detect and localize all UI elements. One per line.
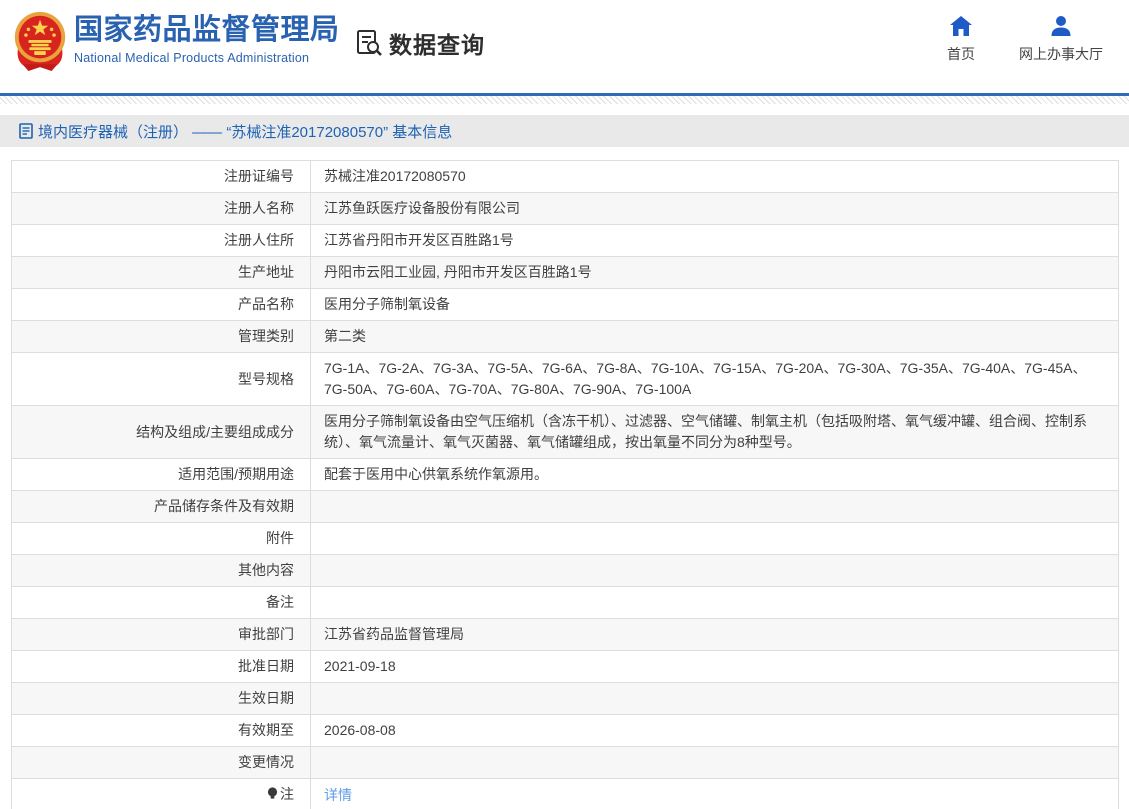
row-label: 产品储存条件及有效期 bbox=[11, 490, 311, 523]
row-value bbox=[310, 522, 1119, 555]
document-search-icon bbox=[357, 30, 382, 56]
row-label: 审批部门 bbox=[11, 618, 311, 651]
table-row: 批准日期 2021-09-18 bbox=[11, 650, 1119, 683]
row-value bbox=[310, 490, 1119, 523]
row-label: 附件 bbox=[11, 522, 311, 555]
row-value bbox=[310, 554, 1119, 587]
nav-label-service-hall: 网上办事大厅 bbox=[1019, 46, 1103, 62]
row-value: 配套于医用中心供氧系统作氧源用。 bbox=[310, 458, 1119, 491]
document-icon bbox=[19, 123, 33, 139]
row-label: 适用范围/预期用途 bbox=[11, 458, 311, 491]
row-label: 产品名称 bbox=[11, 288, 311, 321]
row-value bbox=[310, 746, 1119, 779]
row-label: 备注 bbox=[11, 586, 311, 619]
table-row: 生产地址 丹阳市云阳工业园, 丹阳市开发区百胜路1号 bbox=[11, 256, 1119, 289]
row-value: 江苏省药品监督管理局 bbox=[310, 618, 1119, 651]
row-value: 医用分子筛制氧设备 bbox=[310, 288, 1119, 321]
nav-item-service-hall[interactable]: 网上办事大厅 bbox=[1019, 15, 1103, 64]
row-label: 结构及组成/主要组成成分 bbox=[11, 405, 311, 459]
row-label: 其他内容 bbox=[11, 554, 311, 587]
row-value: 2026-08-08 bbox=[310, 714, 1119, 747]
table-row: 结构及组成/主要组成成分 医用分子筛制氧设备由空气压缩机（含冻干机）、过滤器、空… bbox=[11, 405, 1119, 459]
table-row: 注册证编号 苏械注准20172080570 bbox=[11, 160, 1119, 193]
row-value: 江苏鱼跃医疗设备股份有限公司 bbox=[310, 192, 1119, 225]
row-value: 7G-1A、7G-2A、7G-3A、7G-5A、7G-6A、7G-8A、7G-1… bbox=[310, 352, 1119, 406]
org-title-block: 国家药品监督管理局 National Medical Products Admi… bbox=[74, 13, 340, 65]
breadcrumb: 境内医疗器械（注册） —— “苏械注准20172080570” 基本信息 bbox=[0, 115, 1129, 147]
detail-link[interactable]: 详情 bbox=[324, 787, 352, 803]
table-row: 型号规格 7G-1A、7G-2A、7G-3A、7G-5A、7G-6A、7G-8A… bbox=[11, 352, 1119, 406]
home-icon bbox=[950, 16, 972, 36]
table-row: 管理类别 第二类 bbox=[11, 320, 1119, 353]
row-label: 型号规格 bbox=[11, 352, 311, 406]
table-row: 注 详情 bbox=[11, 778, 1119, 809]
table-row: 附件 bbox=[11, 522, 1119, 555]
row-label: 有效期至 bbox=[11, 714, 311, 747]
row-value: 江苏省丹阳市开发区百胜路1号 bbox=[310, 224, 1119, 257]
table-row: 产品名称 医用分子筛制氧设备 bbox=[11, 288, 1119, 321]
nav-item-home[interactable]: 首页 bbox=[947, 15, 975, 64]
org-name-en: National Medical Products Administration bbox=[74, 51, 310, 65]
table-row: 产品储存条件及有效期 bbox=[11, 490, 1119, 523]
table-row: 适用范围/预期用途 配套于医用中心供氧系统作氧源用。 bbox=[11, 458, 1119, 491]
row-value bbox=[310, 682, 1119, 715]
row-label: 变更情况 bbox=[11, 746, 311, 779]
row-value: 医用分子筛制氧设备由空气压缩机（含冻干机）、过滤器、空气储罐、制氧主机（包括吸附… bbox=[310, 405, 1119, 459]
table-row: 注册人住所 江苏省丹阳市开发区百胜路1号 bbox=[11, 224, 1119, 257]
row-value: 详情 bbox=[310, 778, 1119, 809]
row-label: 注册人名称 bbox=[11, 192, 311, 225]
row-value: 苏械注准20172080570 bbox=[310, 160, 1119, 193]
row-label: 注 bbox=[11, 778, 311, 809]
row-label: 注册人住所 bbox=[11, 224, 311, 257]
row-value: 第二类 bbox=[310, 320, 1119, 353]
table-row: 注册人名称 江苏鱼跃医疗设备股份有限公司 bbox=[11, 192, 1119, 225]
row-label: 生效日期 bbox=[11, 682, 311, 715]
table-row: 有效期至 2026-08-08 bbox=[11, 714, 1119, 747]
data-query-section[interactable]: 数据查询 bbox=[354, 26, 485, 60]
table-row: 生效日期 bbox=[11, 682, 1119, 715]
row-label: 批准日期 bbox=[11, 650, 311, 683]
row-value: 2021-09-18 bbox=[310, 650, 1119, 683]
row-label: 生产地址 bbox=[11, 256, 311, 289]
user-icon bbox=[1051, 16, 1071, 36]
page-header: 国家药品监督管理局 National Medical Products Admi… bbox=[0, 0, 1129, 93]
table-row: 备注 bbox=[11, 586, 1119, 619]
row-label: 管理类别 bbox=[11, 320, 311, 353]
registration-info-table-wrap: 注册证编号 苏械注准20172080570 注册人名称 江苏鱼跃医疗设备股份有限… bbox=[11, 160, 1119, 809]
top-nav: 首页 网上办事大厅 bbox=[947, 15, 1103, 64]
row-label: 注册证编号 bbox=[11, 160, 311, 193]
row-value: 丹阳市云阳工业园, 丹阳市开发区百胜路1号 bbox=[310, 256, 1119, 289]
table-row: 审批部门 江苏省药品监督管理局 bbox=[11, 618, 1119, 651]
row-value bbox=[310, 586, 1119, 619]
data-query-label: 数据查询 bbox=[389, 32, 485, 58]
hatch-stripe-band bbox=[0, 96, 1129, 104]
bulb-icon bbox=[267, 785, 278, 806]
table-row: 其他内容 bbox=[11, 554, 1119, 587]
org-name-cn: 国家药品监督管理局 bbox=[74, 14, 340, 46]
breadcrumb-text: 境内医疗器械（注册） —— “苏械注准20172080570” 基本信息 bbox=[38, 123, 453, 141]
nmpa-emblem-logo bbox=[14, 11, 66, 71]
table-row: 变更情况 bbox=[11, 746, 1119, 779]
registration-info-table: 注册证编号 苏械注准20172080570 注册人名称 江苏鱼跃医疗设备股份有限… bbox=[11, 160, 1119, 809]
nav-label-home: 首页 bbox=[947, 46, 975, 62]
